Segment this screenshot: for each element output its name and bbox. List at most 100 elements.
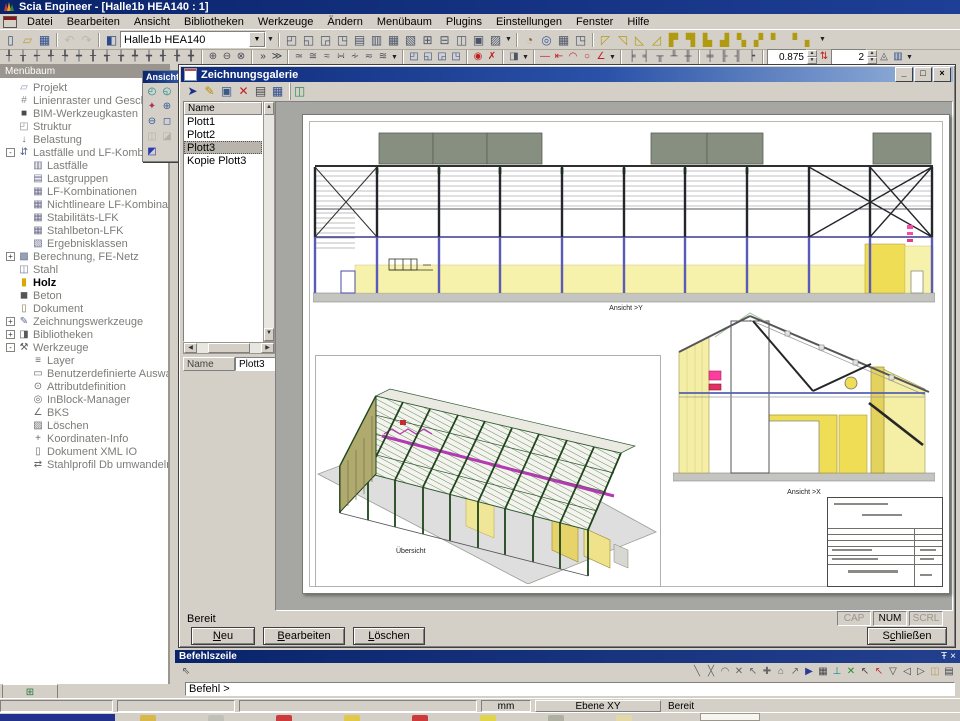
load-tool-icon[interactable]: ╄ [58,51,72,64]
window-tool-icon[interactable]: ◱ [421,51,435,64]
menu-ansicht[interactable]: Ansicht [127,16,177,28]
command-input[interactable]: Befehl > [185,682,955,696]
tree-expand-toggle[interactable] [20,213,29,222]
taskbar-icon[interactable] [140,715,156,721]
tree-item-loeschen[interactable]: ▨ Löschen [0,419,168,432]
tree-item-werkzeuge[interactable]: - ⚒ Werkzeuge [0,341,168,354]
perp-snap-icon[interactable]: ⊥ [830,665,844,679]
scale-input[interactable]: 0.875 [767,49,807,65]
print-icon[interactable]: ▤ [252,83,269,100]
load-tool-icon[interactable]: ╇ [128,51,142,64]
load-tool-icon[interactable]: ╉ [156,51,170,64]
run-tool-icon[interactable]: » [256,51,270,64]
profile-tool-icon[interactable]: ▚ [733,31,750,48]
profile-tool-icon[interactable]: ▞ [750,31,767,48]
snap-line-icon[interactable]: ╲ [690,665,704,679]
tree-item-benutzerdef-auswahl[interactable]: ▭ Benutzerdefinierte Auswahl [0,367,168,380]
draw-arc-icon[interactable]: ◠ [566,51,580,64]
tree-expand-toggle[interactable]: + [6,317,15,326]
table-snap-icon[interactable]: ▤ [942,665,956,679]
calc-tool-icon[interactable]: ⊗ [234,51,248,64]
tree-expand-toggle[interactable] [20,447,29,456]
document-view-icon[interactable]: ◨ [507,51,521,64]
load-tool-icon[interactable]: ╀ [2,51,16,64]
reference-tool-icon[interactable]: ┝ [745,51,759,64]
reference-tool-icon[interactable]: ╪ [703,51,717,64]
modify-tool-icon[interactable]: ≅ [306,51,320,64]
run-tool-icon[interactable]: ≫ [270,51,284,64]
tree-expand-toggle[interactable] [20,187,29,196]
menu-bibliotheken[interactable]: Bibliotheken [177,16,251,28]
tree-item-lastgruppen[interactable]: ▤ Lastgruppen [0,172,168,185]
taskbar-icon[interactable] [548,715,564,721]
draw-dimension-icon[interactable]: ⇤ [552,51,566,64]
profile-tool-icon[interactable]: ▝ [784,31,801,48]
drawing-preview-area[interactable]: Ansicht >Y [275,101,953,611]
calc-tool-icon[interactable]: ⊕ [206,51,220,64]
load-tool-icon[interactable]: ╁ [16,51,30,64]
taskbar-icon[interactable] [208,715,224,721]
modify-tool-icon[interactable]: ≃ [292,51,306,64]
tree-item-inblock-manager[interactable]: ◎ InBlock-Manager [0,393,168,406]
taskbar-icon[interactable] [480,715,496,721]
model-tool-icon[interactable]: ◰ [283,31,300,48]
clip-front-icon[interactable]: ◫ [145,130,159,144]
model-tool-icon[interactable]: ▦ [385,31,402,48]
send-to-view-icon[interactable]: ◫ [290,83,308,100]
count-input[interactable]: 2 [831,49,867,65]
insert-arrow-icon[interactable]: ➤ [184,83,201,100]
rotate-x-icon[interactable]: ◴ [145,85,159,99]
tree-expand-toggle[interactable] [6,135,15,144]
tree-expand-toggle[interactable] [20,239,29,248]
menu-werkzeuge[interactable]: Werkzeuge [251,16,320,28]
load-tool-icon[interactable]: ╃ [44,51,58,64]
close-button[interactable]: × [933,67,951,82]
profile-tool-icon[interactable]: ◸ [597,31,614,48]
tree-item-stahl[interactable]: ◫ Stahl [0,263,168,276]
modify-tool-icon[interactable]: ∻ [348,51,362,64]
tree-expand-toggle[interactable] [6,278,15,287]
profile-tool-icon[interactable]: ▖ [801,31,818,48]
project-combo[interactable]: Halle1b HEA140 ▼ [120,31,266,48]
modify-tool-icon[interactable]: ≂ [362,51,376,64]
delete-icon[interactable]: ✕ [235,83,252,100]
tree-expand-toggle[interactable] [20,161,29,170]
new-icon[interactable]: ▯ [2,31,19,48]
tail-dropdown-icon[interactable]: ▼ [905,54,914,61]
load-tool-icon[interactable]: ╋ [184,51,198,64]
project-manager-icon[interactable]: ◧ [103,31,120,48]
profile-tool-icon[interactable]: ◺ [631,31,648,48]
taskbar-icon[interactable] [412,715,428,721]
menu-menuebaum[interactable]: Menübaum [370,16,439,28]
tree-item-bibliotheken[interactable]: + ◨ Bibliotheken [0,328,168,341]
model-tool-icon[interactable]: ▥ [368,31,385,48]
tree-expand-toggle[interactable] [6,96,15,105]
undo-icon[interactable]: ↶ [61,31,78,48]
profile-tool-icon[interactable]: ▟ [716,31,733,48]
dimension-tool-icon[interactable]: ╫ [681,51,695,64]
model-tool-icon[interactable]: ▣ [470,31,487,48]
tree-item-stabilitaets-lfk[interactable]: ▦ Stabilitäts-LFK [0,211,168,224]
zoom-window-icon[interactable]: ◻ [160,115,174,129]
modify-group-dropdown-icon[interactable]: ▼ [390,54,399,61]
filter-icon[interactable]: ◳ [572,31,589,48]
select-arrow-icon[interactable]: ↖ [858,665,872,679]
tree-expand-toggle[interactable]: + [6,330,15,339]
model-group-dropdown-icon[interactable]: ▼ [504,36,513,43]
draw-circle-icon[interactable]: ○ [580,51,594,64]
plot-list-vscrollbar[interactable]: ▲▼ [263,101,275,342]
activity-icon[interactable]: ◔ [521,31,538,48]
menu-einstellungen[interactable]: Einstellungen [489,16,569,28]
snap-tri-down-icon[interactable]: ▽ [886,665,900,679]
draw-angle-icon[interactable]: ∠ [594,51,608,64]
scale-apply-icon[interactable]: ⇅ [817,51,831,64]
draw-line-icon[interactable]: — [538,51,552,64]
tree-expand-toggle[interactable] [20,408,29,417]
cursor-nw-icon[interactable]: ↖ [746,665,760,679]
angle-step-icon[interactable]: ◬ [877,51,891,64]
grid-snap-icon[interactable]: ▦ [816,665,830,679]
dimension-tool-icon[interactable]: ╞ [625,51,639,64]
plot-item-plott3[interactable]: Plott3 [184,141,262,154]
window-tool-icon[interactable]: ◰ [407,51,421,64]
reference-tool-icon[interactable]: ╟ [717,51,731,64]
